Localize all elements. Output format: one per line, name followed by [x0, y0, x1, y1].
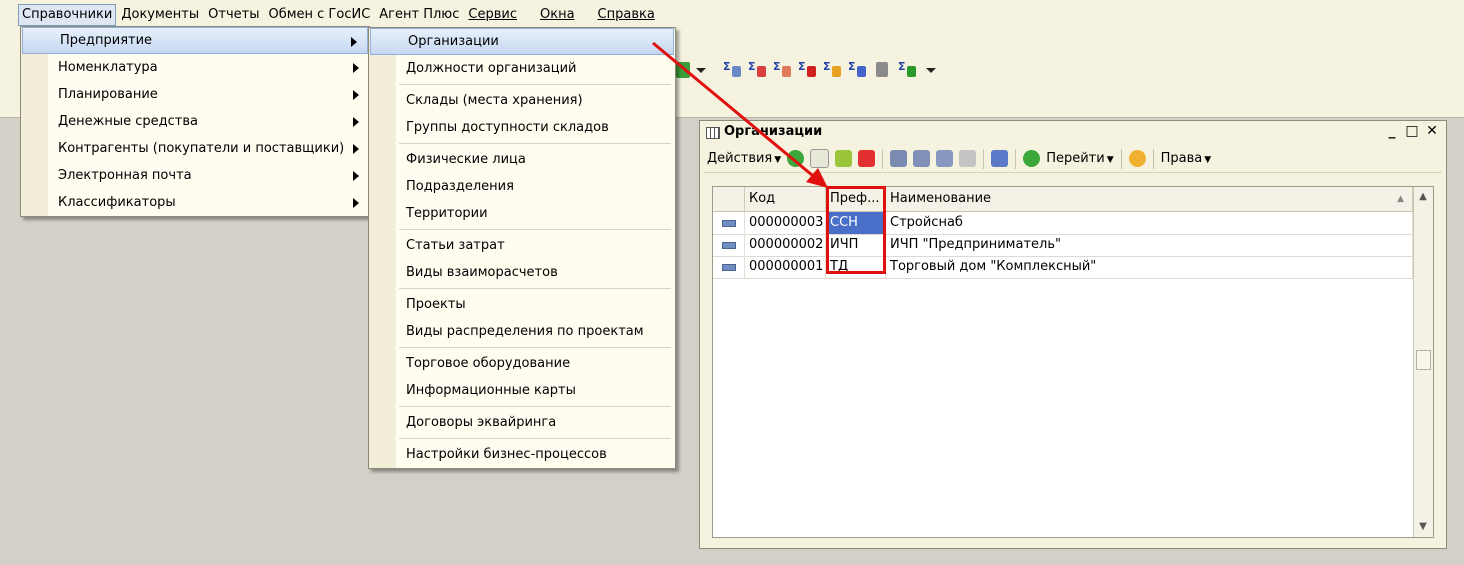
table-header: Код Преф... Наименование ▲	[713, 187, 1413, 212]
menu-agent-plus[interactable]: Агент Плюс	[375, 4, 463, 26]
close-icon[interactable]: ✕	[1424, 123, 1440, 139]
sum-red-icon[interactable]: Σ	[798, 60, 818, 80]
menu-obmen-gosis[interactable]: Обмен с ГосИС	[264, 4, 374, 26]
submenu-arrow-icon	[353, 90, 359, 100]
sum-doc-icon[interactable]: Σ	[848, 60, 868, 80]
dropdown-spravochniki: Предприятие Номенклатура Планирование Де…	[20, 26, 370, 217]
goto-button[interactable]: Перейти ▼	[1043, 151, 1116, 166]
main-menubar: Справочники Документы Отчеты Обмен с Гос…	[18, 4, 660, 26]
row-item-icon	[722, 220, 736, 227]
menu-item-vidy-raspredeleniya[interactable]: Виды распределения по проектам	[369, 318, 675, 345]
minimize-icon[interactable]: _	[1384, 123, 1400, 139]
menu-item-organizacii[interactable]: Организации	[370, 28, 674, 55]
dropdown-arrow-icon[interactable]	[696, 67, 706, 73]
menu-item-dolzhnosti[interactable]: Должности организаций	[369, 55, 675, 82]
menu-otchety[interactable]: Отчеты	[204, 4, 263, 26]
filter-dropdown-icon[interactable]	[936, 150, 954, 167]
menu-item-proekty[interactable]: Проекты	[369, 291, 675, 318]
menu-spravka[interactable]: Справка	[594, 4, 659, 26]
organizations-window: Организации _ □ ✕ Действия ▼ Перейти ▼ Пра…	[699, 120, 1447, 549]
menu-item-sklady[interactable]: Склады (места хранения)	[369, 87, 675, 114]
list-icon	[706, 127, 720, 139]
vertical-scrollbar[interactable]: ▲ ▼	[1413, 187, 1433, 537]
add-icon[interactable]	[787, 150, 805, 167]
header-name[interactable]: Наименование ▲	[886, 187, 1413, 211]
menu-item-stati-zatrat[interactable]: Статьи затрат	[369, 232, 675, 259]
menu-item-gruppy-dostupnosti[interactable]: Группы доступности складов	[369, 114, 675, 141]
clipboard-icon[interactable]	[873, 60, 893, 80]
dropdown-predpriyatie: Организации Должности организаций Склады…	[368, 27, 676, 469]
cell-code: 000000002	[745, 234, 826, 256]
menu-item-elektronnaya-pochta[interactable]: Электронная почта	[21, 162, 369, 189]
cell-name: Торговый дом "Комплексный"	[886, 256, 1413, 278]
scroll-down-icon[interactable]: ▼	[1416, 519, 1430, 535]
window-title: Организации	[724, 124, 823, 139]
window-titlebar[interactable]: Организации _ □ ✕	[700, 121, 1446, 143]
cell-name: ИЧП "Предприниматель"	[886, 234, 1413, 256]
table-row[interactable]: 000000002 ИЧП ИЧП "Предприниматель"	[713, 234, 1413, 257]
refresh-icon[interactable]	[1023, 150, 1041, 167]
edit-icon[interactable]	[835, 150, 853, 167]
submenu-arrow-icon	[353, 144, 359, 154]
dropdown-arrow-icon-2[interactable]	[926, 67, 936, 73]
delete-icon[interactable]	[858, 150, 876, 167]
menu-item-torgovoe-oborudovanie[interactable]: Торговое оборудование	[369, 350, 675, 377]
help-icon[interactable]	[1128, 150, 1146, 167]
submenu-arrow-icon	[353, 171, 359, 181]
cell-code: 000000003	[745, 212, 826, 234]
table-row[interactable]: 000000001 ТД Торговый дом "Комплексный"	[713, 256, 1413, 279]
submenu-arrow-icon	[353, 63, 359, 73]
sum-red-icon-2[interactable]: Σ	[823, 60, 843, 80]
scroll-up-icon[interactable]: ▲	[1416, 189, 1430, 205]
menu-servis[interactable]: Сервис	[464, 4, 521, 26]
sum-check-icon[interactable]: Σ	[898, 60, 918, 80]
menu-item-predpriyatie[interactable]: Предприятие	[22, 27, 368, 54]
menu-okna[interactable]: Окна	[536, 4, 579, 26]
cell-name: Стройснаб	[886, 212, 1413, 234]
sort-icon[interactable]: ▲	[1397, 187, 1404, 211]
menu-item-nomenklatura[interactable]: Номенклатура	[21, 54, 369, 81]
filter-list-icon[interactable]	[913, 150, 931, 167]
prefix-highlight-box	[826, 186, 886, 274]
menu-item-vidy-vzaimoraschetov[interactable]: Виды взаиморасчетов	[369, 259, 675, 286]
actions-button[interactable]: Действия ▼	[704, 151, 784, 166]
menu-item-fizicheskie-lica[interactable]: Физические лица	[369, 146, 675, 173]
rights-button[interactable]: Права ▼	[1158, 151, 1215, 166]
submenu-arrow-icon	[351, 37, 357, 47]
row-item-icon	[722, 264, 736, 271]
menu-dokumenty[interactable]: Документы	[117, 4, 203, 26]
menu-item-nastroyki-biznes[interactable]: Настройки бизнес-процессов	[369, 441, 675, 468]
menu-item-informacionnye-karty[interactable]: Информационные карты	[369, 377, 675, 404]
menu-item-podrazdeleniya[interactable]: Подразделения	[369, 173, 675, 200]
header-icon-column	[713, 187, 745, 211]
clear-filter-icon[interactable]	[959, 150, 977, 167]
main-toolbar: Σ Σ Σ Σ Σ Σ Σ	[676, 60, 939, 80]
menu-spravochniki[interactable]: Справочники	[18, 4, 117, 26]
menu-item-denezhnye-sredstva[interactable]: Денежные средства	[21, 108, 369, 135]
submenu-arrow-icon	[353, 117, 359, 127]
header-code[interactable]: Код	[745, 187, 826, 211]
menu-item-dogovory-ekvayringa[interactable]: Договоры эквайринга	[369, 409, 675, 436]
menu-item-territorii[interactable]: Территории	[369, 200, 675, 227]
sum-person-icon[interactable]: Σ	[723, 60, 743, 80]
filter-icon[interactable]	[890, 150, 908, 167]
output-list-icon[interactable]	[991, 150, 1009, 167]
organizations-table[interactable]: Код Преф... Наименование ▲ 000000003 ССН…	[712, 186, 1434, 538]
window-toolbar: Действия ▼ Перейти ▼ Права ▼	[704, 145, 1442, 173]
menu-item-planirovanie[interactable]: Планирование	[21, 81, 369, 108]
sum-person-icon-2[interactable]: Σ	[748, 60, 768, 80]
copy-icon[interactable]	[810, 149, 830, 168]
row-item-icon	[722, 242, 736, 249]
green-doc-icon[interactable]	[676, 62, 690, 78]
scroll-thumb[interactable]	[1416, 350, 1431, 370]
menu-item-klassifikatory[interactable]: Классификаторы	[21, 189, 369, 216]
sum-people-icon[interactable]: Σ	[773, 60, 793, 80]
menu-item-kontragenty[interactable]: Контрагенты (покупатели и поставщики)	[21, 135, 369, 162]
cell-code: 000000001	[745, 256, 826, 278]
submenu-arrow-icon	[353, 198, 359, 208]
table-row[interactable]: 000000003 ССН Стройснаб	[713, 212, 1413, 235]
maximize-icon[interactable]: □	[1404, 123, 1420, 139]
